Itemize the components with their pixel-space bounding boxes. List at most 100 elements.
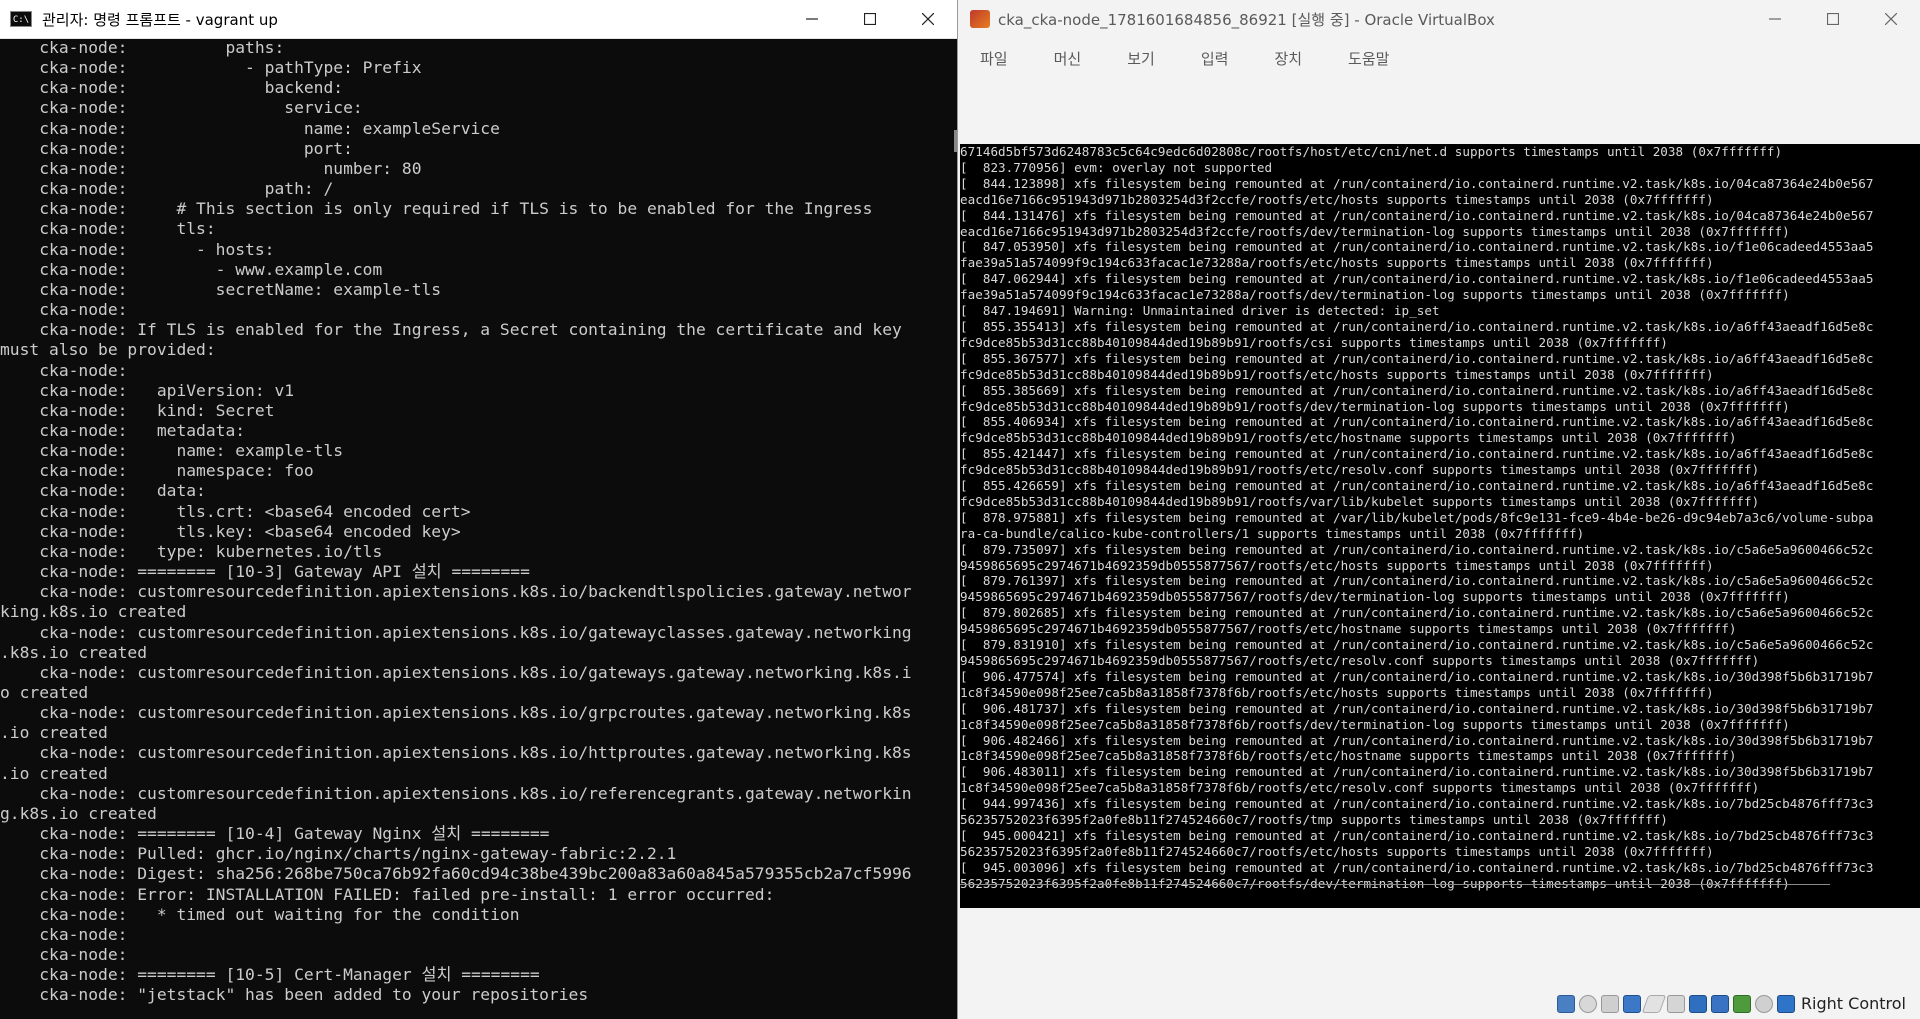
vm-console-line: 1c8f34590e098f25ee7ca5b8a31858f7378f6b/r… <box>960 780 1760 796</box>
vm-console-line: [ 855.406934] xfs filesystem being remou… <box>960 414 1874 430</box>
close-icon[interactable] <box>1862 0 1920 38</box>
vm-console-line: fc9dce85b53d31cc88b40109844ded19b89b91/r… <box>960 366 1714 382</box>
mouse-integration-icon[interactable] <box>1754 994 1773 1013</box>
cmd-output-line: cka-node: <box>0 945 128 965</box>
cpu-icon[interactable] <box>1732 994 1751 1013</box>
optical-drive-icon[interactable] <box>1578 994 1597 1013</box>
vm-console-line: [ 879.735097] xfs filesystem being remou… <box>960 541 1874 557</box>
maximize-icon[interactable] <box>1804 0 1862 38</box>
vm-console-line: 1c8f34590e098f25ee7ca5b8a31858f7378f6b/r… <box>960 716 1790 732</box>
vbox-window-title: cka_cka-node_1781601684856_86921 [실행 중] … <box>998 10 1495 29</box>
menu-file[interactable]: 파일 <box>980 48 1008 69</box>
menu-machine[interactable]: 머신 <box>1054 48 1082 69</box>
vm-console-line: [ 855.367577] xfs filesystem being remou… <box>960 350 1874 366</box>
cmd-output-line: cka-node: * timed out waiting for the co… <box>0 904 520 924</box>
vm-console-line: fc9dce85b53d31cc88b40109844ded19b89b91/r… <box>960 493 1760 509</box>
vm-console-line: fc9dce85b53d31cc88b40109844ded19b89b91/r… <box>960 334 1668 350</box>
vm-console-line: [ 847.053950] xfs filesystem being remou… <box>960 239 1874 255</box>
cmd-output-line: cka-node: "jetstack" has been added to y… <box>0 985 589 1005</box>
minimize-icon[interactable] <box>1746 0 1804 38</box>
cmd-output-line: cka-node: Error: INSTALLATION FAILED: fa… <box>0 884 775 904</box>
host-key-label[interactable]: Right Control <box>1801 994 1906 1013</box>
menu-input[interactable]: 입력 <box>1201 48 1229 69</box>
shared-folder-icon[interactable] <box>1666 994 1685 1013</box>
vm-console-line: fc9dce85b53d31cc88b40109844ded19b89b91/r… <box>960 430 1737 446</box>
cmd-output-line: must also be provided: <box>0 340 216 360</box>
vbox-title-bar[interactable]: cka_cka-node_1781601684856_86921 [실행 중] … <box>958 0 1920 38</box>
cmd-output-line: .io created <box>0 763 108 783</box>
virtualbox-window: cka_cka-node_1781601684856_86921 [실행 중] … <box>958 0 1920 1019</box>
usb-icon[interactable] <box>1641 994 1667 1013</box>
vm-display-margin <box>958 78 1920 144</box>
menu-devices[interactable]: 장치 <box>1274 48 1302 69</box>
cmd-output-line: cka-node: port: <box>0 138 353 158</box>
vm-console-line: [ 878.975881] xfs filesystem being remou… <box>960 509 1874 525</box>
virtualbox-logo-icon <box>970 10 990 28</box>
vm-console-line: [ 855.426659] xfs filesystem being remou… <box>960 478 1874 494</box>
cmd-output-line: cka-node: <box>0 360 128 380</box>
cmd-output-line: cka-node: customresourcedefinition.apiex… <box>0 622 912 642</box>
cmd-output-line: cka-node: ======== [10-3] Gateway API 설치… <box>0 562 530 582</box>
vm-console-line: eacd16e7166c951943d971b2803254d3f2ccfe/r… <box>960 191 1714 207</box>
cmd-output-line: .k8s.io created <box>0 642 148 662</box>
vm-console-screen[interactable]: 67146d5bf573d6248783c5c64c9edc6d02808c/r… <box>960 144 1920 908</box>
vm-console-line: eacd16e7166c951943d971b2803254d3f2ccfe/r… <box>960 223 1790 239</box>
floppy-icon[interactable] <box>1600 994 1619 1013</box>
cmd-output-line: cka-node: <box>0 924 128 944</box>
maximize-icon[interactable] <box>841 0 899 38</box>
vm-console-line: fae39a51a574099f9c194c633facac1e73288a/r… <box>960 287 1790 303</box>
video-capture-icon[interactable] <box>1710 994 1729 1013</box>
vm-console-line: [ 945.003096] xfs filesystem being remou… <box>960 859 1874 875</box>
cmd-output-line: cka-node: name: exampleService <box>0 118 500 138</box>
vm-console-line: [ 906.482466] xfs filesystem being remou… <box>960 732 1874 748</box>
vm-console-line: ra-ca-bundle/calico-kube-controllers/1 s… <box>960 525 1585 541</box>
network-icon[interactable] <box>1622 994 1641 1013</box>
vm-console-line: [ 906.477574] xfs filesystem being remou… <box>960 668 1874 684</box>
cmd-output-line: g.k8s.io created <box>0 803 157 823</box>
cmd-output-line: cka-node: backend: <box>0 78 344 98</box>
cmd-output-line: cka-node: namespace: foo <box>0 461 314 481</box>
display-icon[interactable] <box>1688 994 1707 1013</box>
vm-console-line: [ 879.831910] xfs filesystem being remou… <box>960 637 1874 653</box>
menu-help[interactable]: 도움말 <box>1348 48 1389 69</box>
cmd-output-line: cka-node: name: example-tls <box>0 441 344 461</box>
cmd-window-title: 관리자: 명령 프롬프트 - vagrant up <box>42 10 278 29</box>
cmd-output-line: cka-node: number: 80 <box>0 158 422 178</box>
cmd-scrollbar-thumb[interactable] <box>954 130 957 152</box>
cmd-output-line: cka-node: data: <box>0 481 206 501</box>
arrow-down-icon[interactable] <box>1776 994 1795 1013</box>
vm-console-line: 9459865695c2974671b4692359db0555877567/r… <box>960 589 1790 605</box>
cmd-output-line: cka-node: ======== [10-5] Cert-Manager 설… <box>0 965 540 985</box>
vm-console-line: 56235752023f6395f2a0fe8b11f274524660c7/r… <box>960 843 1714 859</box>
minimize-icon[interactable] <box>783 0 841 38</box>
vm-display-margin-bottom <box>958 908 1920 988</box>
vm-console-line: [ 844.131476] xfs filesystem being remou… <box>960 207 1874 223</box>
vm-console-line: fae39a51a574099f9c194c633facac1e73288a/r… <box>960 255 1714 271</box>
vm-console-line: [ 944.997436] xfs filesystem being remou… <box>960 796 1874 812</box>
close-icon[interactable] <box>899 0 957 38</box>
cmd-output-line: cka-node: ======== [10-4] Gateway Nginx … <box>0 824 550 844</box>
vm-console-line: fc9dce85b53d31cc88b40109844ded19b89b91/r… <box>960 462 1760 478</box>
command-prompt-window: C:\ 관리자: 명령 프롬프트 - vagrant up cka-node: … <box>0 0 958 1019</box>
cmd-output-line: cka-node: - www.example.com <box>0 259 383 279</box>
vm-console-line: 1c8f34590e098f25ee7ca5b8a31858f7378f6b/r… <box>960 684 1714 700</box>
vbox-menu-bar: 파일 머신 보기 입력 장치 도움말 <box>958 38 1920 78</box>
vbox-status-bar: Right Control <box>958 988 1920 1019</box>
cmd-output-line: cka-node: customresourcedefinition.apiex… <box>0 662 912 682</box>
cmd-title-bar[interactable]: C:\ 관리자: 명령 프롬프트 - vagrant up <box>0 0 957 39</box>
cmd-output-line: cka-node: tls.crt: <base64 encoded cert> <box>0 501 471 521</box>
vm-console-line: [ 906.483011] xfs filesystem being remou… <box>960 764 1874 780</box>
cmd-output-line: cka-node: paths: <box>0 38 285 57</box>
cmd-output-line: cka-node: customresourcedefinition.apiex… <box>0 703 912 723</box>
cmd-output-line: cka-node: Pulled: ghcr.io/nginx/charts/n… <box>0 844 677 864</box>
menu-view[interactable]: 보기 <box>1127 48 1155 69</box>
vm-console-line: 1c8f34590e098f25ee7ca5b8a31858f7378f6b/r… <box>960 748 1737 764</box>
vm-console-text: 67146d5bf573d6248783c5c64c9edc6d02808c/r… <box>960 144 1920 892</box>
vm-console-line: [ 879.802685] xfs filesystem being remou… <box>960 605 1874 621</box>
hard-disk-icon[interactable] <box>1556 994 1575 1013</box>
cmd-output-line: cka-node: kind: Secret <box>0 400 275 420</box>
cmd-output-line: cka-node: - pathType: Prefix <box>0 58 422 78</box>
vm-console-line: [ 945.000421] xfs filesystem being remou… <box>960 827 1874 843</box>
cmd-console-output[interactable]: cka-node: paths: cka-node: - pathType: P… <box>0 38 940 1019</box>
vm-console-line: [ 855.421447] xfs filesystem being remou… <box>960 446 1874 462</box>
